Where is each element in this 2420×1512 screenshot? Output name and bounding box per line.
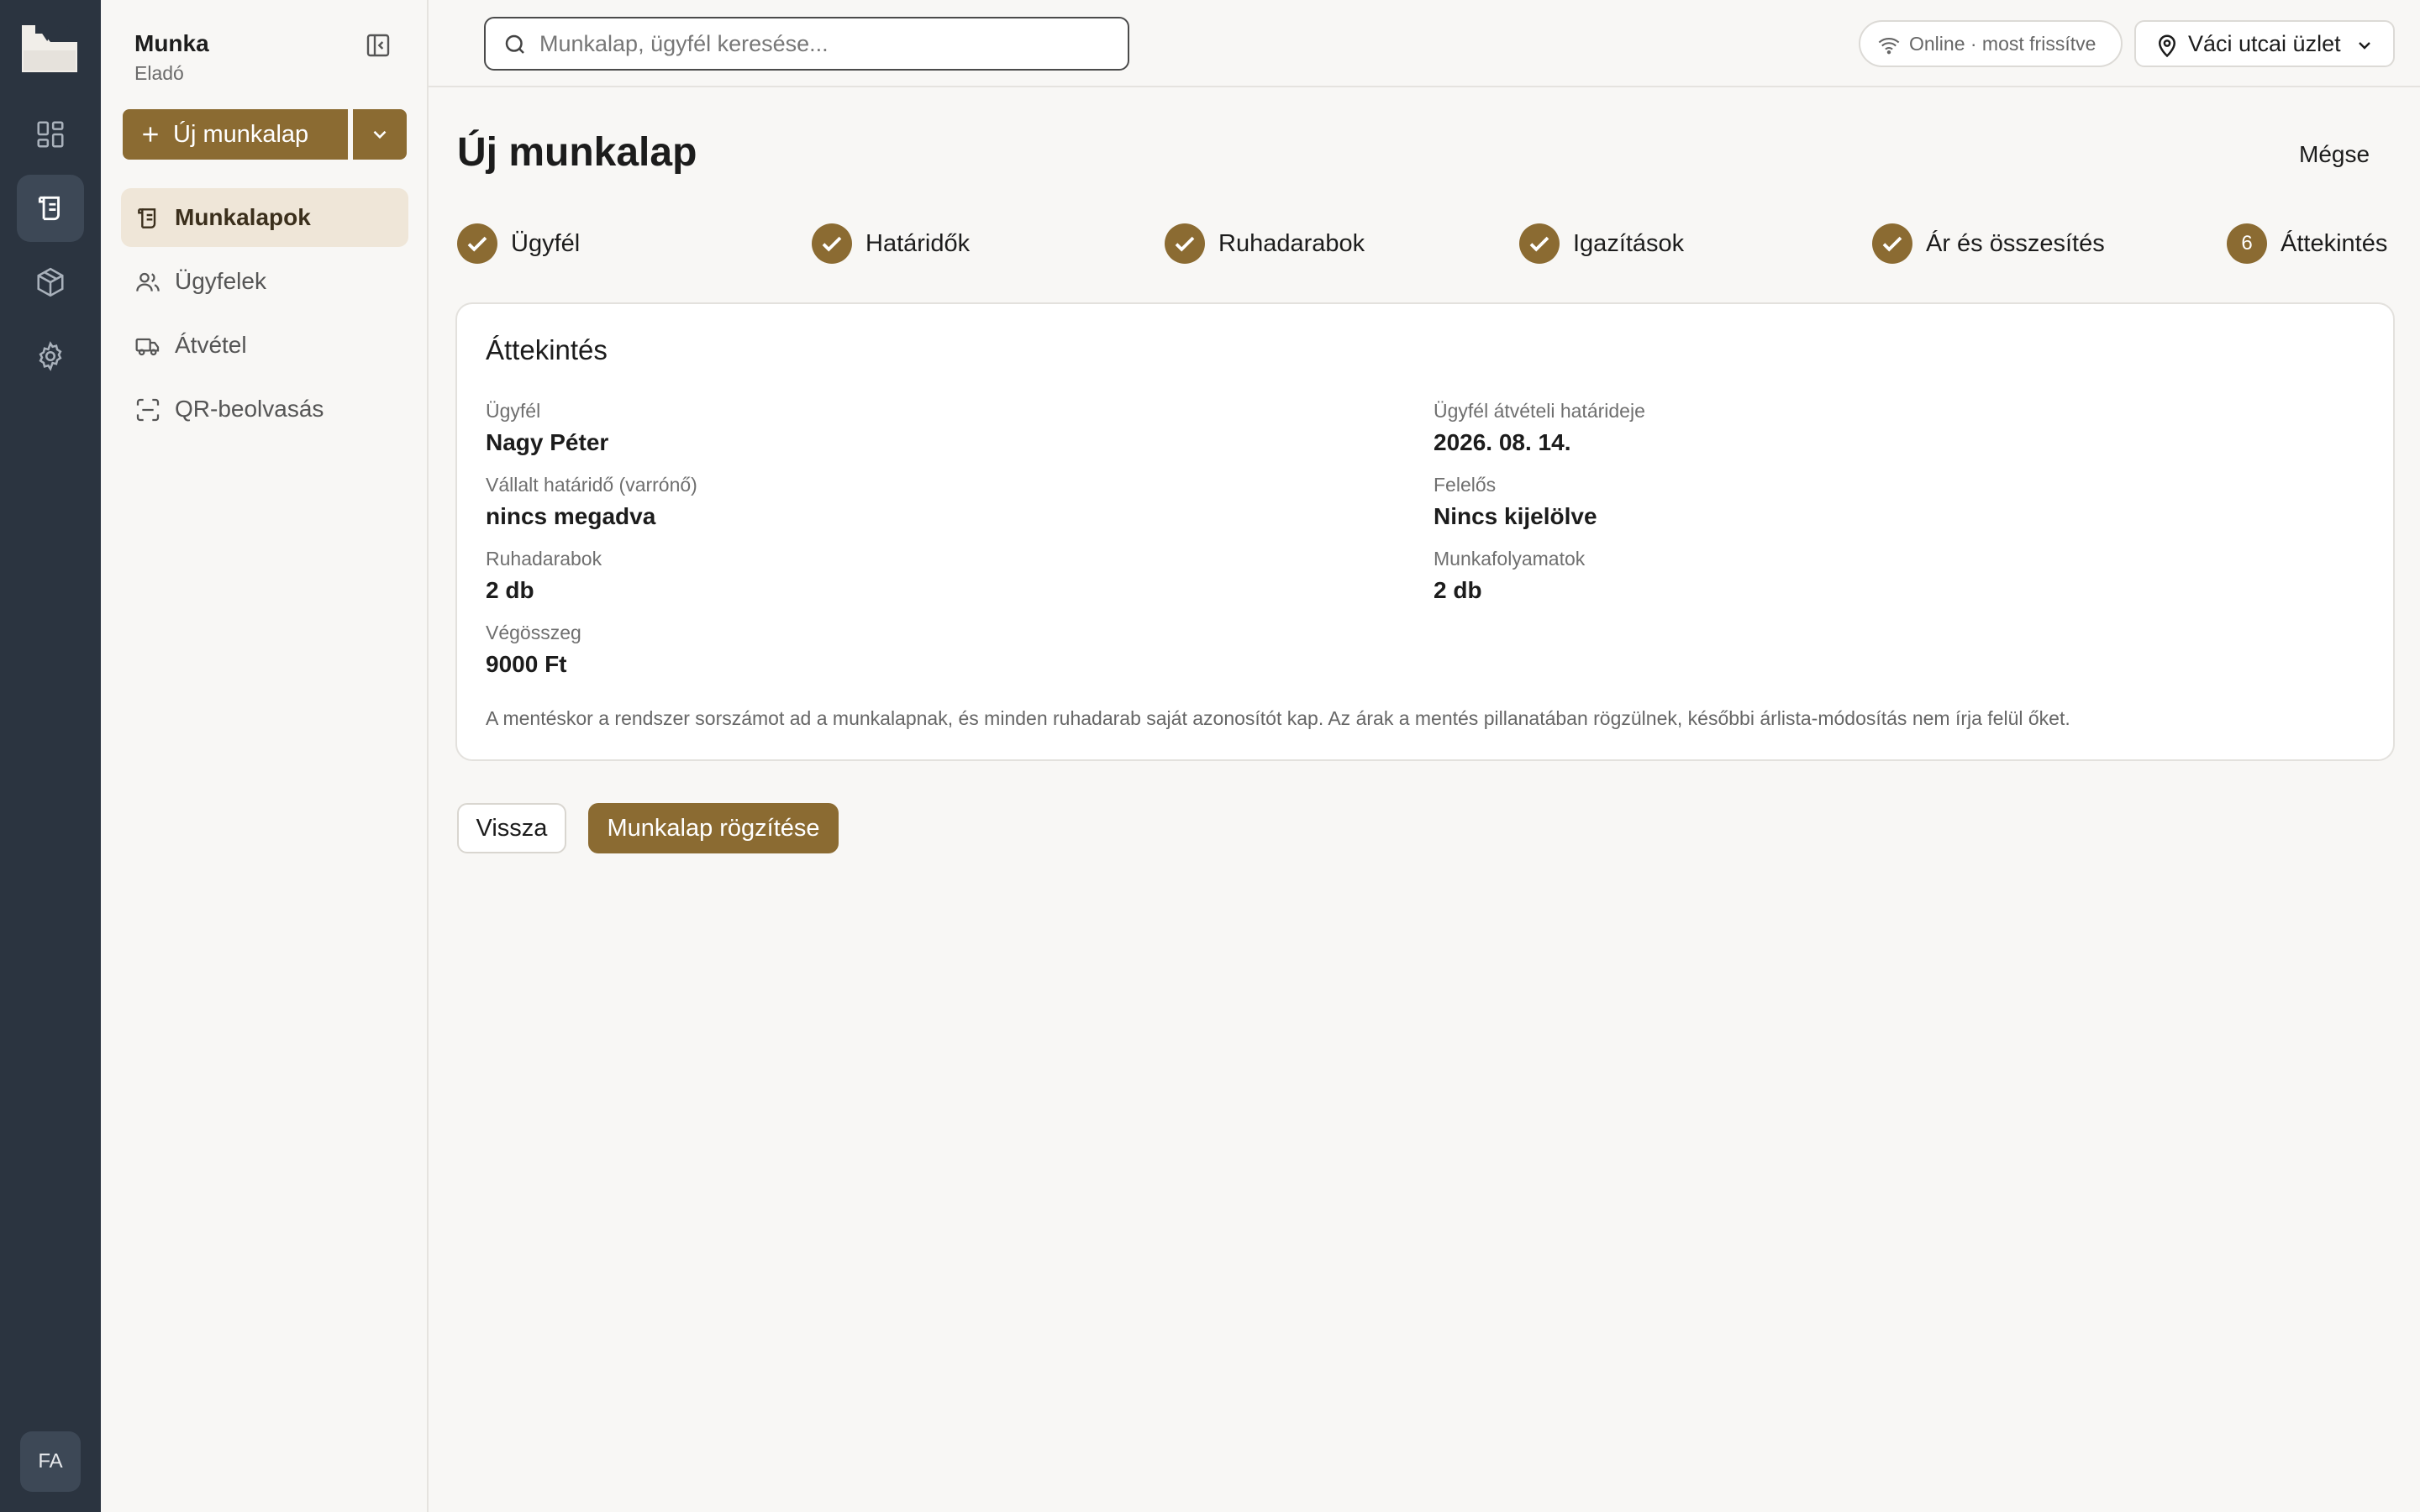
sidebar-item-pickup[interactable]: Átvétel xyxy=(121,316,408,375)
new-worksheet-label: Új munkalap xyxy=(173,120,309,148)
step-label: Áttekintés xyxy=(2281,229,2388,257)
map-pin-icon xyxy=(2158,34,2176,58)
sidebar-item-qr-scan[interactable]: QR-beolvasás xyxy=(121,380,408,438)
field-responsible: Felelős Nincs kijelölve xyxy=(1434,474,1597,530)
new-worksheet-button[interactable]: Új munkalap xyxy=(123,109,348,160)
sidebar-item-worksheets[interactable]: Munkalapok xyxy=(121,188,408,247)
field-label: Vállalt határidő (varrónő) xyxy=(486,474,697,496)
field-value: nincs megadva xyxy=(486,503,656,529)
chevron-down-icon xyxy=(2359,42,2370,50)
store-name: Váci utcai üzlet xyxy=(2188,30,2341,56)
page-title: Új munkalap xyxy=(457,130,697,175)
app-rail: FA xyxy=(0,0,101,1512)
search-input[interactable] xyxy=(539,30,1128,57)
step-price-summary[interactable]: Ár és összesítés xyxy=(1872,222,2105,265)
wifi-icon xyxy=(1878,37,1900,55)
step-check-icon xyxy=(812,223,852,264)
sidebar-role: Eladó xyxy=(134,62,184,84)
cancel-button[interactable]: Mégse xyxy=(2299,141,2370,168)
field-value: 2 db xyxy=(1434,577,1482,603)
search-icon xyxy=(505,34,524,54)
field-label: Munkafolyamatok xyxy=(1434,548,1586,570)
step-label: Határidők xyxy=(865,229,971,257)
step-garments[interactable]: Ruhadarabok xyxy=(1165,222,1365,265)
field-garments: Ruhadarabok 2 db xyxy=(486,548,602,604)
card-title: Áttekintés xyxy=(486,334,608,365)
field-label: Végösszeg xyxy=(486,622,581,643)
save-info-note: A mentéskor a rendszer sorszámot ad a mu… xyxy=(486,707,2070,729)
chevron-down-icon xyxy=(373,130,387,139)
back-button[interactable]: Vissza xyxy=(457,803,566,853)
step-label: Ügyfél xyxy=(511,229,581,257)
field-label: Felelős xyxy=(1434,474,1497,496)
step-label: Ár és összesítés xyxy=(1926,229,2105,257)
new-worksheet-dropdown-button[interactable] xyxy=(353,109,407,160)
step-check-icon xyxy=(1519,223,1560,264)
sidebar-item-label: Átvétel xyxy=(175,332,247,358)
save-worksheet-button[interactable]: Munkalap rögzítése xyxy=(588,803,839,853)
rail-settings-button[interactable] xyxy=(17,323,84,390)
review-card: Áttekintés Ügyfél Nagy Péter Ügyfél átvé… xyxy=(455,302,2395,761)
store-selector[interactable]: Váci utcai üzlet xyxy=(2134,20,2395,67)
plus-icon xyxy=(143,127,158,142)
rail-inventory-button[interactable] xyxy=(17,249,84,316)
worksheet-icon xyxy=(38,196,60,221)
settings-icon xyxy=(39,341,62,371)
field-seamstress-deadline: Vállalt határidő (varrónő) nincs megadva xyxy=(486,474,697,530)
step-review[interactable]: 6 Áttekintés xyxy=(2227,222,2387,265)
field-workflows: Munkafolyamatok 2 db xyxy=(1434,548,1585,604)
step-customer[interactable]: Ügyfél xyxy=(457,222,580,265)
field-value: 9000 Ft xyxy=(486,651,567,677)
search-box[interactable] xyxy=(484,17,1129,71)
top-bar: Online · most frissítve Váci utcai üzlet xyxy=(429,0,2420,87)
step-deadlines[interactable]: Határidők xyxy=(812,222,970,265)
step-number-badge: 6 xyxy=(2227,223,2267,264)
truck-icon xyxy=(135,338,160,356)
field-label: Ruhadarabok xyxy=(486,548,602,570)
dashboard-icon xyxy=(37,121,64,148)
scan-icon xyxy=(136,398,160,422)
field-label: Ügyfél xyxy=(486,400,541,422)
field-value: 2026. 08. 14. xyxy=(1434,429,1571,455)
step-label: Ruhadarabok xyxy=(1218,229,1365,257)
sidebar-item-customers[interactable]: Ügyfelek xyxy=(121,252,408,311)
package-icon xyxy=(37,267,64,297)
field-value: 2 db xyxy=(486,577,534,603)
step-check-icon xyxy=(1872,223,1912,264)
field-value: Nincs kijelölve xyxy=(1434,503,1597,529)
step-check-icon xyxy=(457,223,497,264)
sidebar-item-label: QR-beolvasás xyxy=(175,396,324,422)
users-icon xyxy=(136,272,160,291)
rail-worksheets-button[interactable] xyxy=(17,175,84,242)
sidebar-item-label: Ügyfelek xyxy=(175,268,266,294)
sidebar-item-label: Munkalapok xyxy=(175,204,311,230)
connection-status-badge: Online · most frissítve xyxy=(1859,20,2123,67)
sidebar: Munka Eladó Új munkalap Munkalapok Ügyfe… xyxy=(101,0,429,1512)
field-customer: Ügyfél Nagy Péter xyxy=(486,400,608,456)
field-value: Nagy Péter xyxy=(486,429,609,455)
connection-status-text: Online · most frissítve xyxy=(1909,32,2096,55)
user-avatar[interactable]: FA xyxy=(20,1431,81,1492)
step-label: Igazítások xyxy=(1573,229,1685,257)
worksheet-icon xyxy=(138,208,156,228)
step-alterations[interactable]: Igazítások xyxy=(1519,222,1684,265)
rail-dashboard-button[interactable] xyxy=(17,101,84,168)
sidebar-title: Munka xyxy=(134,30,209,56)
field-pickup-deadline: Ügyfél átvételi határideje 2026. 08. 14. xyxy=(1434,400,1645,456)
field-total: Végösszeg 9000 Ft xyxy=(486,622,581,678)
app-logo-icon[interactable] xyxy=(18,22,81,77)
field-label: Ügyfél átvételi határideje xyxy=(1434,400,1645,422)
collapse-sidebar-icon[interactable] xyxy=(365,32,392,59)
step-check-icon xyxy=(1165,223,1205,264)
